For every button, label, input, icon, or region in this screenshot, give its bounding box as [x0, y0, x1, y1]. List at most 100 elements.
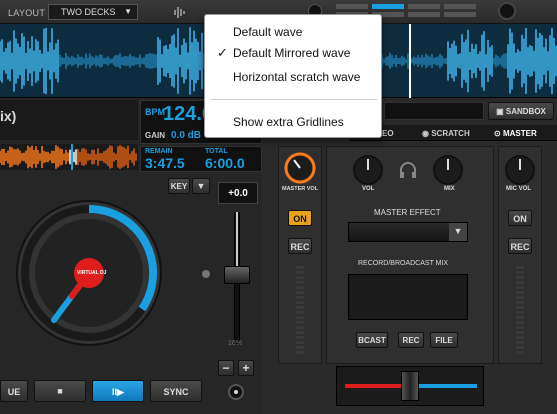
- mic-vu-meter: [516, 266, 524, 356]
- vu-segment: [296, 266, 304, 269]
- mic-rec-button[interactable]: REC: [508, 238, 532, 254]
- vu-segment: [296, 326, 304, 329]
- menu-item-horizontal-scratch-wave[interactable]: Horizontal scratch wave: [233, 70, 360, 84]
- stop-button[interactable]: ■: [34, 380, 86, 402]
- vu-segment: [516, 336, 524, 339]
- vu-segment: [516, 276, 524, 279]
- vu-segment: [516, 266, 524, 269]
- cube-icon: ▣: [496, 107, 506, 116]
- vu-segment: [516, 301, 524, 304]
- vu-segment: [296, 286, 304, 289]
- check-icon: ✓: [217, 45, 228, 60]
- vu-segment: [516, 291, 524, 294]
- record-display: [348, 274, 468, 320]
- pitch-slider-handle[interactable]: [224, 266, 250, 284]
- mix-knob[interactable]: [432, 154, 464, 186]
- layout-value: TWO DECKS: [61, 7, 116, 17]
- bcast-button[interactable]: BCAST: [356, 332, 388, 348]
- gain-value[interactable]: 0.0 dB: [171, 130, 201, 141]
- vu-segment: [296, 336, 304, 339]
- pitch-minus-button[interactable]: −: [218, 360, 234, 376]
- master-on-button[interactable]: ON: [288, 210, 312, 226]
- vu-segment: [516, 306, 524, 309]
- master-rec-button[interactable]: REC: [288, 238, 312, 254]
- keylock-button[interactable]: [228, 384, 244, 400]
- vu-segment: [296, 271, 304, 274]
- track-title: ix): [0, 100, 138, 140]
- vu-segment: [516, 326, 524, 329]
- vu-segment: [296, 281, 304, 284]
- virtualdj-window: LAYOUT TWO DECKS ▼ ix) BPM 124.0 GAIN 0.…: [0, 0, 557, 414]
- vu-segment: [296, 316, 304, 319]
- mix-label: MIX: [444, 186, 455, 192]
- gain-label: GAIN: [145, 131, 165, 140]
- platter-logo: VIRTUAL DJ: [77, 270, 107, 276]
- pitch-slider[interactable]: [202, 210, 258, 350]
- vu-segment: [296, 346, 304, 349]
- vu-segment: [296, 321, 304, 324]
- vu-segment: [296, 296, 304, 299]
- key-button[interactable]: KEY: [168, 178, 190, 194]
- vu-segment: [516, 271, 524, 274]
- cue-button[interactable]: UE: [0, 380, 28, 402]
- master-vol-label: MASTER VOL: [282, 186, 319, 192]
- key-dropdown[interactable]: ▼: [192, 178, 210, 194]
- tab-video[interactable]: EO: [382, 125, 394, 141]
- waveform-icon[interactable]: [172, 4, 188, 20]
- master-effect-select[interactable]: ▼: [348, 222, 468, 242]
- vu-segment: [296, 351, 304, 354]
- sync-button[interactable]: SYNC: [150, 380, 202, 402]
- master-icon: ⊙: [494, 129, 503, 138]
- record-knob[interactable]: [498, 2, 516, 20]
- scratch-icon: ◉: [422, 129, 432, 138]
- menu-item-default-wave[interactable]: Default wave: [233, 25, 302, 39]
- vu-segment: [516, 286, 524, 289]
- tab-scratch[interactable]: ◉ SCRATCH: [422, 125, 470, 141]
- vol-knob[interactable]: [352, 154, 384, 186]
- track-overview-wave[interactable]: [0, 144, 138, 170]
- mic-vol-knob[interactable]: [504, 154, 536, 186]
- file-button[interactable]: FILE: [430, 332, 458, 348]
- total-value: 6:00.0: [205, 155, 245, 171]
- bpm-label: BPM: [145, 107, 165, 117]
- master-effect-label: MASTER EFFECT: [374, 208, 441, 217]
- master-vol-knob[interactable]: [284, 152, 316, 184]
- vu-segment: [516, 316, 524, 319]
- vol-label: VOL: [362, 186, 375, 192]
- vu-segment: [516, 296, 524, 299]
- vu-segment: [516, 321, 524, 324]
- crossfader[interactable]: [336, 366, 484, 406]
- layout-select[interactable]: TWO DECKS ▼: [48, 4, 138, 20]
- vu-segment: [296, 341, 304, 344]
- jog-wheel[interactable]: VIRTUAL DJ: [14, 198, 164, 348]
- remain-value[interactable]: 3:47.5: [145, 155, 185, 171]
- vu-segment: [296, 311, 304, 314]
- crossfader-handle[interactable]: [401, 371, 419, 401]
- chevron-down-icon: ▼: [196, 181, 206, 191]
- tab-master[interactable]: ⊙ MASTER: [494, 125, 537, 141]
- headphones-icon: [398, 160, 418, 180]
- vu-segment: [516, 281, 524, 284]
- mic-vol-label: MIC VOL: [506, 186, 531, 192]
- search-bar[interactable]: [384, 102, 484, 120]
- pitch-plus-button[interactable]: +: [238, 360, 254, 376]
- menu-item-default-mirrored-wave[interactable]: Default Mirrored wave: [233, 46, 350, 60]
- pitch-reset-dot[interactable]: [202, 270, 210, 278]
- mic-on-button[interactable]: ON: [508, 210, 532, 226]
- layout-label: LAYOUT: [8, 8, 46, 18]
- vu-segment: [296, 301, 304, 304]
- master-vu-meter: [296, 266, 304, 356]
- sandbox-button[interactable]: ▣ SANDBOX: [488, 102, 554, 120]
- rec-button[interactable]: REC: [398, 332, 424, 348]
- menu-item-show-extra-gridlines[interactable]: Show extra Gridlines: [233, 115, 344, 129]
- vu-segment: [516, 311, 524, 314]
- play-pause-button[interactable]: II▶: [92, 380, 144, 402]
- chevron-down-icon: ▼: [449, 223, 467, 241]
- chevron-down-icon: ▼: [124, 7, 132, 16]
- vu-segment: [516, 351, 524, 354]
- pitch-range: 16%: [228, 340, 243, 347]
- vu-segment: [516, 341, 524, 344]
- pitch-value: +0.0: [218, 182, 258, 204]
- sandbox-label: SANDBOX: [505, 107, 546, 116]
- vu-segment: [516, 346, 524, 349]
